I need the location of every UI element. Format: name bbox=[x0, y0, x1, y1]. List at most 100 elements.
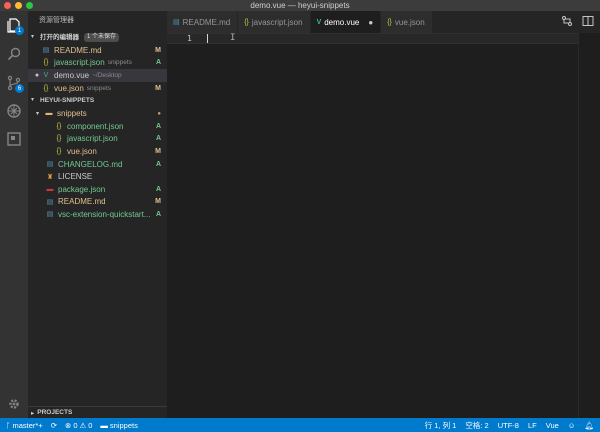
notifications-icon[interactable]: 🔔︎ bbox=[584, 421, 594, 430]
chevron-down-icon: ▾ bbox=[31, 34, 35, 40]
file-name: LICENSE bbox=[58, 172, 93, 182]
explorer-badge: 1 bbox=[15, 26, 24, 35]
file-item[interactable]: {} component.json A bbox=[28, 120, 167, 133]
feedback-icon[interactable]: ☺ bbox=[568, 421, 576, 430]
indentation[interactable]: 空格: 2 bbox=[465, 420, 488, 431]
file-name: CHANGELOG.md bbox=[58, 159, 123, 169]
folder-icon: ▬ bbox=[100, 420, 108, 430]
tab-label: demo.vue bbox=[324, 17, 360, 27]
json-icon: {} bbox=[56, 135, 62, 143]
explorer-button[interactable]: 1 bbox=[4, 15, 24, 35]
git-status-badge: M bbox=[155, 84, 161, 92]
folder-modified-dot-icon: ● bbox=[157, 110, 161, 117]
current-line-highlight bbox=[167, 33, 578, 44]
markdown-icon: ▤ bbox=[46, 198, 54, 206]
folder-item[interactable]: ▾ ▬ snippets ● bbox=[28, 107, 167, 120]
vue-icon: V bbox=[43, 71, 49, 79]
git-status-badge: M bbox=[155, 46, 161, 54]
chevron-right-icon: ▸ bbox=[31, 409, 35, 417]
tab-label: README.md bbox=[182, 17, 231, 27]
unsaved-dot-icon: ● bbox=[34, 71, 40, 79]
json-icon: {} bbox=[387, 18, 392, 26]
folder-name: snippets bbox=[57, 109, 87, 119]
branch-name: master*+ bbox=[12, 420, 43, 430]
split-editor-icon[interactable] bbox=[582, 15, 594, 27]
file-name: javascript.json bbox=[67, 134, 118, 144]
warning-icon: ⚠ bbox=[79, 420, 87, 430]
language-mode[interactable]: Vue bbox=[546, 421, 559, 430]
file-item[interactable]: ♜ LICENSE bbox=[28, 170, 167, 183]
open-changes-icon[interactable] bbox=[561, 15, 573, 27]
workspace-header[interactable]: ▾ HEYUI-SNIPPETS bbox=[28, 94, 167, 107]
folder-status[interactable]: ▬ snippets bbox=[100, 421, 137, 430]
code-editor[interactable]: 1 I bbox=[167, 33, 600, 418]
git-status-badge: A bbox=[155, 185, 161, 193]
file-item[interactable]: ▤ README.md M bbox=[28, 196, 167, 209]
explorer-title: 资源管理器 bbox=[39, 17, 74, 24]
sync-button[interactable]: ⟳ bbox=[51, 421, 57, 430]
file-item[interactable]: ▤ vsc-extension-quickstart... A bbox=[28, 208, 167, 221]
open-editors-label: 打开的编辑器 bbox=[40, 34, 79, 41]
file-item[interactable]: ▬ package.json A bbox=[28, 183, 167, 196]
open-editor-item[interactable]: {} javascript.json snippets A bbox=[28, 57, 167, 70]
source-control-button[interactable]: 6 bbox=[4, 73, 24, 93]
cursor-position[interactable]: 行 1, 列 1 bbox=[425, 420, 457, 431]
close-window-button[interactable] bbox=[4, 2, 11, 9]
file-name: package.json bbox=[58, 184, 106, 194]
tab-demo-vue[interactable]: V demo.vue ● bbox=[310, 11, 382, 33]
git-status-badge: M bbox=[155, 198, 161, 206]
open-editor-item[interactable]: ▤ README.md M bbox=[28, 44, 167, 57]
git-status-badge: M bbox=[155, 147, 161, 155]
file-item[interactable]: {} javascript.json A bbox=[28, 133, 167, 146]
open-editor-name: vue.json bbox=[54, 83, 84, 93]
file-item[interactable]: ▤ CHANGELOG.md A bbox=[28, 158, 167, 171]
open-editor-name: README.md bbox=[54, 45, 102, 55]
maximize-window-button[interactable] bbox=[26, 2, 33, 9]
open-editor-item[interactable]: {} vue.json snippets M bbox=[28, 82, 167, 95]
editor-actions bbox=[561, 15, 594, 27]
gear-icon bbox=[9, 399, 19, 409]
tab-readme[interactable]: ▤ README.md bbox=[167, 11, 239, 33]
git-branch-status[interactable]: ᚴ master*+ bbox=[6, 421, 43, 430]
window-controls bbox=[4, 2, 33, 9]
search-icon bbox=[7, 47, 21, 61]
json-icon: {} bbox=[244, 18, 249, 26]
minimize-window-button[interactable] bbox=[15, 2, 22, 9]
end-of-line[interactable]: LF bbox=[528, 421, 537, 430]
mouse-ibeam-icon: I bbox=[230, 33, 236, 43]
extensions-button[interactable] bbox=[4, 129, 24, 149]
problems-status[interactable]: ⊗ 0 ⚠ 0 bbox=[65, 421, 92, 430]
chevron-down-icon: ▾ bbox=[31, 97, 35, 104]
folder-name: snippets bbox=[109, 420, 138, 430]
projects-label: PROJECTS bbox=[37, 409, 73, 416]
open-editors-header[interactable]: ▾ 打开的编辑器 1 个未保存 bbox=[28, 31, 167, 44]
search-button[interactable] bbox=[4, 44, 24, 64]
markdown-icon: ▤ bbox=[46, 161, 54, 169]
chevron-down-icon: ▾ bbox=[36, 111, 40, 118]
warning-count: 0 bbox=[88, 420, 93, 430]
git-status-badge: A bbox=[155, 160, 161, 168]
tab-javascript-json[interactable]: {} javascript.json bbox=[238, 11, 311, 33]
git-status-badge: A bbox=[155, 59, 161, 67]
debug-icon bbox=[7, 104, 21, 118]
unsaved-count-badge: 1 个未保存 bbox=[84, 33, 120, 42]
markdown-icon: ▤ bbox=[173, 19, 180, 26]
title-bar: demo.vue — heyui-snippets bbox=[0, 0, 600, 11]
encoding[interactable]: UTF-8 bbox=[498, 421, 519, 430]
projects-header[interactable]: ▸ PROJECTS bbox=[28, 406, 167, 418]
open-editor-name: demo.vue bbox=[54, 70, 90, 80]
json-icon: {} bbox=[56, 147, 62, 155]
unsaved-dot-icon[interactable]: ● bbox=[368, 18, 373, 27]
file-item[interactable]: {} vue.json M bbox=[28, 145, 167, 158]
json-icon: {} bbox=[56, 122, 62, 130]
settings-button[interactable] bbox=[4, 394, 24, 414]
git-status-badge: A bbox=[155, 135, 161, 143]
git-status-badge: A bbox=[155, 210, 161, 218]
line-number: 1 bbox=[187, 34, 192, 43]
debug-button[interactable] bbox=[4, 101, 24, 121]
open-editor-path: ~/Desktop bbox=[92, 71, 122, 79]
source-control-badge: 6 bbox=[15, 84, 24, 93]
editor-scrollbar[interactable] bbox=[578, 33, 600, 418]
tab-vue-json[interactable]: {} vue.json bbox=[381, 11, 433, 33]
open-editor-item-selected[interactable]: ● V demo.vue ~/Desktop bbox=[28, 69, 167, 82]
